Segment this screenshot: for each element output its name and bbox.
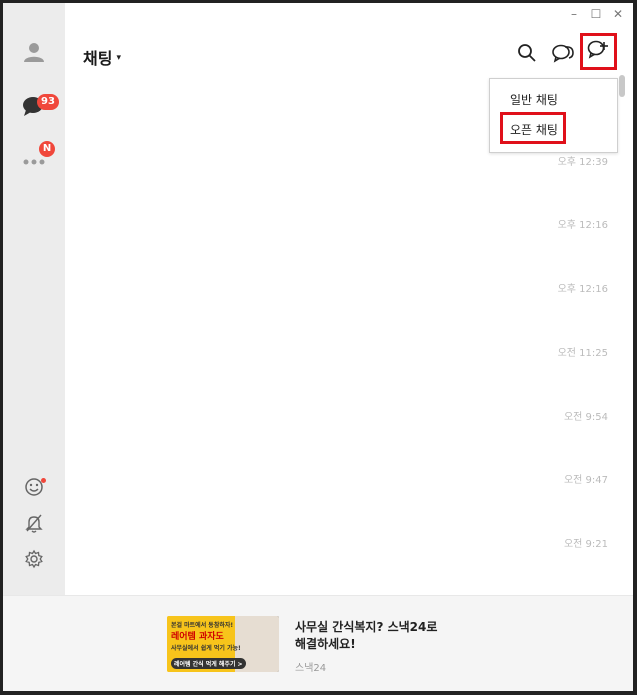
minimize-button[interactable]: – xyxy=(565,5,583,23)
open-chat-highlight xyxy=(500,112,566,144)
ad-title-line: 사무실 간식복지? 스낵24로 xyxy=(295,620,438,634)
gear-icon xyxy=(24,549,44,573)
unread-badge: 93 xyxy=(37,94,59,110)
new-badge: N xyxy=(39,141,55,157)
window-controls: – ☐ ✕ xyxy=(565,5,627,23)
chevron-down-icon: ▾ xyxy=(116,53,121,63)
bell-off-icon xyxy=(24,513,44,537)
person-icon xyxy=(23,41,45,67)
chat-plus-icon xyxy=(587,39,609,63)
ad-image[interactable]: 본걸 마트에서 동참하자! 레어템 과자도 사무실에서 쉽게 먹기 가능! 레어… xyxy=(167,616,279,672)
close-button[interactable]: ✕ xyxy=(609,5,627,23)
menu-item-normal-chat[interactable]: 일반 채팅 xyxy=(490,85,617,115)
ad-image-text: 레어템 간식 먹게 해주기 > xyxy=(171,658,246,669)
new-chat-highlight xyxy=(580,33,617,70)
app-window: 93 N – ☐ ✕ 채팅 ▾ 일반 채팅 오픈 채팅 오후 12:39 오후 … xyxy=(3,3,633,691)
new-chat-menu: 일반 채팅 오픈 채팅 xyxy=(489,78,618,153)
ad-image-text: 레어템 과자도 xyxy=(171,632,224,642)
sidebar-item-emoticon[interactable] xyxy=(3,471,65,507)
sidebar-item-notifications[interactable] xyxy=(3,507,65,543)
ad-banner: 본걸 마트에서 동참하자! 레어템 과자도 사무실에서 쉽게 먹기 가능! 레어… xyxy=(3,595,633,691)
search-icon xyxy=(517,43,537,67)
chat-timestamp: 오전 9:47 xyxy=(563,475,608,486)
chat-timestamp: 오후 12:16 xyxy=(557,220,608,231)
chat-timestamp: 오전 11:25 xyxy=(557,348,608,359)
maximize-button[interactable]: ☐ xyxy=(587,5,605,23)
ad-title-line: 해결하세요! xyxy=(295,637,356,651)
chat-timestamp: 오전 9:21 xyxy=(563,539,608,550)
ad-title[interactable]: 사무실 간식복지? 스낵24로 해결하세요! xyxy=(295,619,465,653)
search-button[interactable] xyxy=(513,41,541,69)
sidebar: 93 N xyxy=(3,3,65,595)
scroll-thumb[interactable] xyxy=(619,75,625,97)
ad-image-text: 사무실에서 쉽게 먹기 가능! xyxy=(171,645,241,652)
sidebar-item-chats[interactable]: 93 xyxy=(3,91,65,127)
scrollbar[interactable] xyxy=(619,75,625,595)
notification-dot xyxy=(41,478,46,483)
sidebar-item-more[interactable]: N xyxy=(3,141,65,177)
ad-sponsor: 스낵24 xyxy=(295,663,327,674)
page-title: 채팅 xyxy=(83,49,113,68)
ad-image-text: 본걸 마트에서 동참하자! xyxy=(171,622,234,629)
chat-timestamp: 오전 9:54 xyxy=(563,412,608,423)
chat-bubbles-icon xyxy=(551,43,575,67)
chat-timestamp: 오후 12:39 xyxy=(557,157,608,168)
chat-tab-title[interactable]: 채팅 ▾ xyxy=(83,45,121,69)
chat-timestamp: 오후 12:16 xyxy=(557,284,608,295)
sidebar-item-settings[interactable] xyxy=(3,543,65,579)
new-chat-button[interactable] xyxy=(584,37,612,65)
open-chat-button[interactable] xyxy=(549,41,577,69)
sidebar-item-friends[interactable] xyxy=(3,36,65,72)
